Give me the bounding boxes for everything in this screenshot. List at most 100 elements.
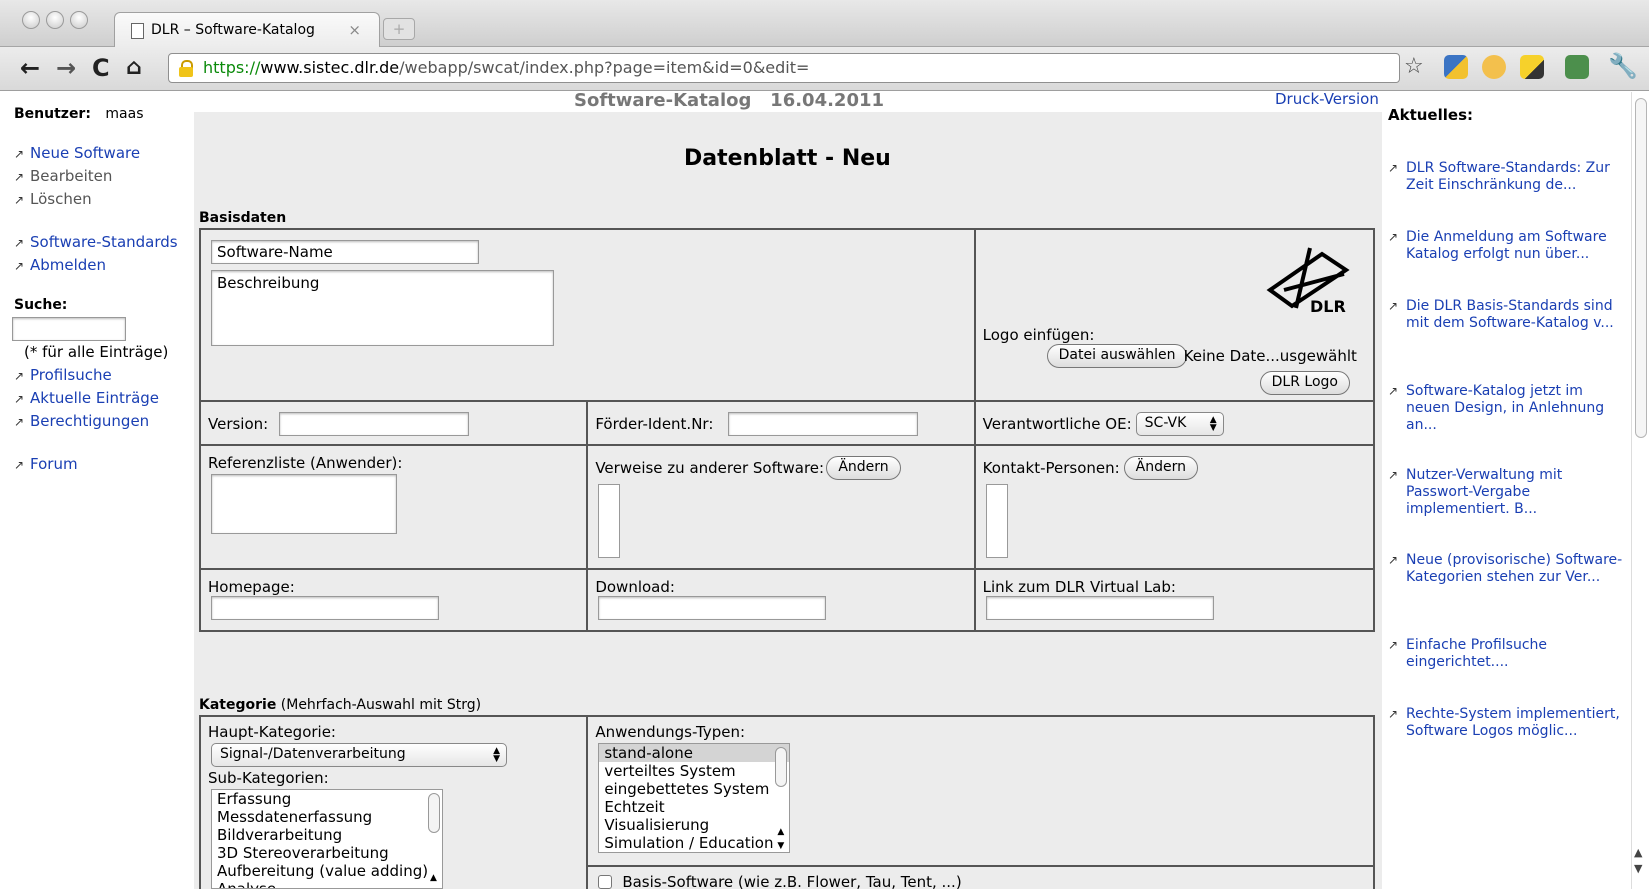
news-item[interactable]: ↗ DLR Software-Standards: Zur Zeit Einsch…	[1388, 160, 1628, 194]
window-zoom-button[interactable]	[70, 11, 88, 29]
window-close-button[interactable]	[22, 11, 40, 29]
anwendung-cell: Anwendungs-Typen: stand-alone verteiltes…	[586, 715, 1375, 867]
nav-logout[interactable]: ↗ Abmelden	[14, 256, 194, 279]
wrench-icon[interactable]: 🔧	[1608, 52, 1638, 80]
list-item[interactable]: Erfassung	[212, 790, 442, 808]
list-item[interactable]: Simulation / Education	[599, 834, 789, 852]
list-item[interactable]: eingebettetes System	[599, 780, 789, 798]
haupt-kategorie-select[interactable]: Signal-/Datenverarbeitung ▲ ▼	[211, 743, 507, 767]
left-sidebar: Benutzer: maas ↗ Neue Software ↗ Bearbeite…	[12, 106, 194, 478]
kontakt-change-button[interactable]: Ändern	[1123, 456, 1198, 480]
list-item[interactable]: Bildverarbeitung	[212, 826, 442, 844]
nav-delete: ↗ Löschen	[14, 190, 92, 208]
back-arrow-icon[interactable]: ←	[20, 54, 40, 82]
scrollbar-thumb[interactable]	[1635, 98, 1647, 438]
download-input[interactable]	[598, 596, 827, 620]
basis-software-cell: Basis-Software (wie z.B. Flower, Tau, Te…	[586, 865, 1375, 889]
note-extension-icon[interactable]	[1520, 55, 1544, 79]
kategorie-label: Kategorie	[199, 697, 277, 713]
news-item[interactable]: ↗ Die DLR Basis-Standards sind mit dem So…	[1388, 298, 1628, 332]
list-item[interactable]: Visualisierung	[599, 816, 789, 834]
tab-close-icon[interactable]: ×	[348, 21, 361, 39]
smiley-extension-icon[interactable]	[1482, 55, 1506, 79]
arrow-icon: ↗	[1388, 299, 1399, 313]
news-item[interactable]: ↗ Software-Katalog jetzt im neuen Design,…	[1388, 383, 1628, 434]
browser-tab[interactable]: DLR – Software-Katalog ×	[114, 12, 380, 48]
file-status-text: Keine Date...usgewählt	[1183, 347, 1357, 365]
select-arrows-icon: ▲ ▼	[1209, 415, 1217, 433]
list-item[interactable]: Analyse	[212, 880, 442, 888]
referenz-cell: Referenzliste (Anwender):	[198, 444, 589, 570]
oe-select[interactable]: SC-VK ▲ ▼	[1135, 412, 1224, 436]
kategorie-heading: Kategorie (Mehrfach-Auswahl mit Strg)	[199, 697, 481, 713]
homepage-input[interactable]	[211, 596, 439, 620]
news-heading: Aktuelles:	[1388, 106, 1473, 124]
list-scrollbar[interactable]: ▲	[427, 791, 441, 887]
arrow-icon: ↗	[14, 415, 25, 429]
list-item[interactable]: stand-alone	[599, 744, 790, 762]
scroll-down-icon[interactable]: ▼	[1634, 862, 1642, 875]
reload-icon[interactable]: C	[92, 54, 110, 82]
list-item[interactable]: Aufbereitung (value adding)	[212, 862, 442, 880]
list-item[interactable]: verteiltes System	[599, 762, 789, 780]
news-item[interactable]: ↗ Neue (provisorische) Software-Kategorie…	[1388, 552, 1628, 586]
news-item[interactable]: ↗ Einfache Profilsuche eingerichtet....	[1388, 637, 1628, 671]
list-item[interactable]: Echtzeit	[599, 798, 789, 816]
virtual-lab-input[interactable]	[985, 596, 1214, 620]
arrow-icon: ↗	[1388, 230, 1399, 244]
software-name-input[interactable]: Software-Name	[211, 240, 479, 264]
python-extension-icon[interactable]	[1444, 55, 1468, 79]
choose-file-button[interactable]: Datei auswählen	[1046, 344, 1188, 368]
description-textarea[interactable]: Beschreibung	[211, 270, 554, 346]
arrow-icon: ↗	[1388, 638, 1399, 652]
print-version-link[interactable]: Druck-Version	[1275, 92, 1379, 108]
referenz-textarea[interactable]	[211, 474, 397, 534]
arrow-icon: ↗	[1388, 553, 1399, 567]
oe-label: Verantwortliche OE:	[982, 415, 1132, 433]
verweise-change-button[interactable]: Ändern	[826, 456, 901, 480]
bookmark-star-icon[interactable]: ☆	[1404, 54, 1424, 79]
home-icon[interactable]: ⌂	[126, 54, 142, 82]
page-scrollbar[interactable]: ▲ ▼	[1631, 92, 1649, 889]
news-item[interactable]: ↗ Die Anmeldung am Software Katalog erfol…	[1388, 229, 1628, 263]
nav-edit: ↗ Bearbeiten	[14, 167, 113, 185]
sub-kategorien-list[interactable]: Erfassung Messdatenerfassung Bildverarbe…	[211, 789, 443, 889]
basis-software-label: Basis-Software (wie z.B. Flower, Tau, Te…	[622, 873, 962, 889]
list-scrollbar[interactable]: ▲ ▼	[774, 745, 788, 851]
list-item[interactable]: 3D Stereoverarbeitung	[212, 844, 442, 862]
kontakt-label: Kontakt-Personen:	[982, 459, 1120, 477]
evernote-extension-icon[interactable]	[1565, 55, 1589, 79]
arrow-icon: ↗	[1388, 384, 1399, 398]
new-tab-button[interactable]: +	[383, 18, 415, 40]
nav-profile-search[interactable]: ↗ Profilsuche	[14, 366, 194, 389]
basisdaten-table: Software-Name Beschreibung DLR Logo einf…	[198, 228, 1376, 632]
news-item[interactable]: ↗ Rechte-System implementiert, Software L…	[1388, 706, 1628, 740]
basis-software-checkbox[interactable]	[598, 875, 613, 889]
nav-new-software[interactable]: ↗ Neue Software	[14, 144, 194, 167]
list-item[interactable]: Messdatenerfassung	[212, 808, 442, 826]
nav-forum[interactable]: ↗ Forum	[14, 455, 194, 478]
search-input[interactable]	[12, 317, 126, 341]
verweise-list[interactable]	[598, 484, 621, 558]
version-input[interactable]	[279, 412, 469, 436]
nav-software-standards[interactable]: ↗ Software-Standards	[14, 233, 194, 256]
news-item[interactable]: ↗ Nutzer-Verwaltung mit Passwort-Vergabe …	[1388, 467, 1628, 518]
form-heading: Datenblatt - Neu	[684, 146, 891, 171]
arrow-icon: ↗	[14, 458, 25, 472]
forward-arrow-icon[interactable]: →	[56, 54, 76, 82]
kategorie-table: Haupt-Kategorie: Signal-/Datenverarbeitu…	[198, 715, 1375, 889]
kontakt-list[interactable]	[985, 484, 1008, 558]
scroll-up-icon[interactable]: ▲	[1634, 846, 1642, 859]
anwendung-list[interactable]: stand-alone verteiltes System eingebette…	[598, 743, 791, 853]
address-bar[interactable]: https://www.sistec.dlr.de/webapp/swcat/i…	[168, 53, 1400, 83]
window-minimize-button[interactable]	[46, 11, 64, 29]
download-cell: Download:	[586, 568, 976, 632]
haupt-kategorie-cell: Haupt-Kategorie: Signal-/Datenverarbeitu…	[198, 715, 589, 889]
nav-permissions[interactable]: ↗ Berechtigungen	[14, 412, 194, 435]
homepage-cell: Homepage:	[198, 568, 589, 632]
dlr-logo-button[interactable]: DLR Logo	[1259, 371, 1350, 395]
foerder-input[interactable]	[728, 412, 919, 436]
nav-recent-entries[interactable]: ↗ Aktuelle Einträge	[14, 389, 194, 412]
url-text[interactable]: https://www.sistec.dlr.de/webapp/swcat/i…	[203, 58, 809, 77]
arrow-icon: ↗	[14, 170, 25, 184]
